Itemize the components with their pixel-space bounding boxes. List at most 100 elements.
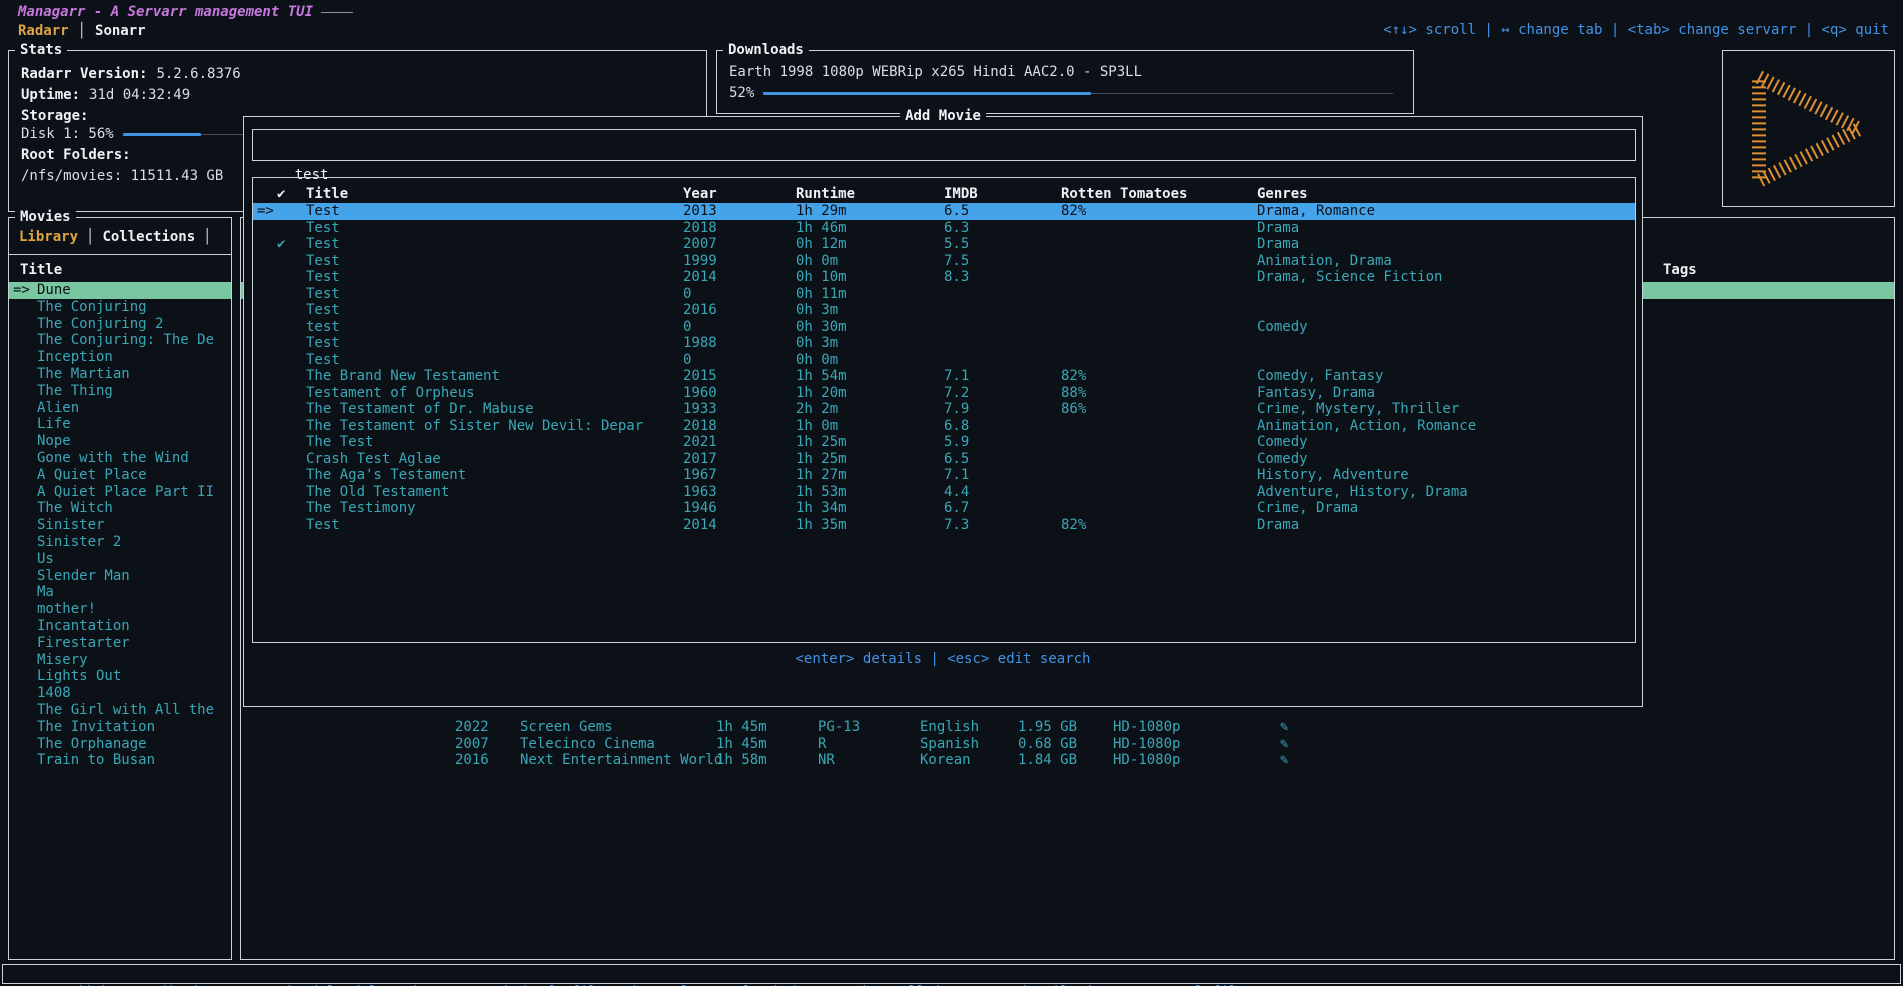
movie-search-input[interactable]: test <box>252 129 1636 161</box>
search-result-row[interactable]: test 0 0h 30m Comedy <box>253 319 1635 336</box>
movie-list-item[interactable]: The Conjuring: The De <box>9 332 231 349</box>
search-result-row[interactable]: Crash Test Aglae 2017 1h 25m 6.5 Comedy <box>253 451 1635 468</box>
result-year: 1933 <box>683 401 717 418</box>
result-year: 1999 <box>683 253 717 270</box>
movie-list-item[interactable]: A Quiet Place Part II <box>9 484 231 501</box>
search-result-row[interactable]: The Testimony 1946 1h 34m 6.7 Crime, Dra… <box>253 500 1635 517</box>
result-title: Test <box>306 335 340 352</box>
result-imdb-rating: 6.5 <box>944 451 969 468</box>
movie-details-row[interactable]: 2022 Screen Gems 1h 45m PG-13 English 1.… <box>241 719 1894 736</box>
tab-sonarr[interactable]: Sonarr <box>95 23 146 39</box>
movie-details-row[interactable]: 2016 Next Entertainment World 1h 58m NR … <box>241 752 1894 769</box>
movie-title: Inception <box>37 349 113 366</box>
search-result-row[interactable]: The Testament of Sister New Devil: Depar… <box>253 418 1635 435</box>
search-result-row[interactable]: Test 1988 0h 3m <box>253 335 1635 352</box>
search-result-row[interactable]: The Old Testament 1963 1h 53m 4.4 Advent… <box>253 484 1635 501</box>
tag-icon: ✎ <box>1280 752 1288 769</box>
search-result-row[interactable]: => Test 2013 1h 29m 6.5 82% Drama, Roman… <box>253 203 1635 220</box>
tab-library[interactable]: Library <box>19 229 78 245</box>
result-rotten-tomatoes: 82% <box>1061 368 1086 385</box>
movie-year: 2022 <box>455 719 489 736</box>
search-result-row[interactable]: Test 2014 0h 10m 8.3 Drama, Science Fict… <box>253 269 1635 286</box>
movie-list-item[interactable]: => Dune <box>9 282 231 299</box>
storage-label: Storage: <box>21 107 88 125</box>
monitored-check-icon: ✔ <box>277 236 285 253</box>
result-runtime: 0h 11m <box>796 286 847 303</box>
movie-list-item[interactable]: The Girl with All the <box>9 702 231 719</box>
result-genres: Drama <box>1257 220 1299 237</box>
download-item[interactable]: Earth 1998 1080p WEBRip x265 Hindi AAC2.… <box>729 63 1142 81</box>
download-progress-bar <box>763 85 1393 101</box>
movie-list-item[interactable]: A Quiet Place <box>9 467 231 484</box>
result-title: Test <box>306 286 340 303</box>
movie-title: Gone with the Wind <box>37 450 189 467</box>
logo-panel <box>1722 50 1895 207</box>
movie-list-item[interactable]: Sinister 2 <box>9 534 231 551</box>
search-result-row[interactable]: The Aga's Testament 1967 1h 27m 7.1 Hist… <box>253 467 1635 484</box>
movie-list-item[interactable]: 1408 <box>9 685 231 702</box>
movie-list-item[interactable]: The Thing <box>9 383 231 400</box>
search-result-row[interactable]: Test 2016 0h 3m <box>253 302 1635 319</box>
column-header-runtime: Runtime <box>796 186 855 202</box>
search-result-row[interactable]: Testament of Orpheus 1960 1h 20m 7.2 88%… <box>253 385 1635 402</box>
result-year: 2014 <box>683 517 717 534</box>
movie-list-item[interactable]: Slender Man <box>9 568 231 585</box>
result-year: 2021 <box>683 434 717 451</box>
tabs-divider <box>9 254 231 255</box>
root-folder-value: /nfs/movies: 11511.43 GB <box>21 167 223 185</box>
result-title: Test <box>306 236 340 253</box>
movie-list-item[interactable]: Ma <box>9 584 231 601</box>
movie-details-row[interactable]: 2007 Telecinco Cinema 1h 45m R Spanish 0… <box>241 736 1894 753</box>
movie-list-item[interactable]: The Conjuring <box>9 299 231 316</box>
search-result-row[interactable]: The Testament of Dr. Mabuse 1933 2h 2m 7… <box>253 401 1635 418</box>
movie-list-item[interactable]: Inception <box>9 349 231 366</box>
movie-title: 1408 <box>37 685 71 702</box>
movie-list-item[interactable]: The Witch <box>9 500 231 517</box>
search-results-table: ✔ Title Year Runtime IMDB Rotten Tomatoe… <box>252 177 1636 643</box>
search-result-row[interactable]: The Brand New Testament 2015 1h 54m 7.1 … <box>253 368 1635 385</box>
movie-list-item[interactable]: Train to Busan <box>9 752 231 769</box>
movie-list-item[interactable]: Firestarter <box>9 635 231 652</box>
movie-title: Nope <box>37 433 71 450</box>
result-year: 2015 <box>683 368 717 385</box>
movie-title: Lights Out <box>37 668 121 685</box>
movie-list-item[interactable]: Lights Out <box>9 668 231 685</box>
result-runtime: 1h 29m <box>796 203 847 220</box>
movie-list-item[interactable]: Incantation <box>9 618 231 635</box>
movie-list-item[interactable]: mother! <box>9 601 231 618</box>
search-result-row[interactable]: Test 2014 1h 35m 7.3 82% Drama <box>253 517 1635 534</box>
result-title: The Testimony <box>306 500 416 517</box>
result-year: 1988 <box>683 335 717 352</box>
movie-list-item[interactable]: Misery <box>9 652 231 669</box>
tab-collections[interactable]: Collections <box>102 229 195 245</box>
search-result-row[interactable]: Test 0 0h 11m <box>253 286 1635 303</box>
movie-list-item[interactable]: The Conjuring 2 <box>9 316 231 333</box>
add-movie-modal: Add Movie test ✔ Title Year Runtime IMDB… <box>243 116 1643 707</box>
result-year: 1963 <box>683 484 717 501</box>
movie-certification: PG-13 <box>818 719 860 736</box>
title-column-header: Title <box>20 262 62 278</box>
result-title: Test <box>306 220 340 237</box>
search-result-row[interactable]: Test 0 0h 0m <box>253 352 1635 369</box>
result-runtime: 1h 34m <box>796 500 847 517</box>
search-result-row[interactable]: Test 1999 0h 0m 7.5 Animation, Drama <box>253 253 1635 270</box>
result-title: test <box>306 319 340 336</box>
search-result-row[interactable]: The Test 2021 1h 25m 5.9 Comedy <box>253 434 1635 451</box>
search-result-row[interactable]: Test 2018 1h 46m 6.3 Drama <box>253 220 1635 237</box>
movie-list-item[interactable]: The Invitation <box>9 719 231 736</box>
search-result-row[interactable]: ✔ Test 2007 0h 12m 5.5 Drama <box>253 236 1635 253</box>
movie-list-item[interactable]: Sinister <box>9 517 231 534</box>
movie-list-item[interactable]: Alien <box>9 400 231 417</box>
movie-size: 1.95 GB <box>1018 719 1077 736</box>
managarr-logo-icon <box>1745 65 1873 193</box>
result-imdb-rating: 7.1 <box>944 467 969 484</box>
movie-list-item[interactable]: Gone with the Wind <box>9 450 231 467</box>
movie-list-item[interactable]: Life <box>9 416 231 433</box>
movie-list-item[interactable]: Us <box>9 551 231 568</box>
tab-radarr[interactable]: Radarr <box>18 23 69 39</box>
result-runtime: 0h 12m <box>796 236 847 253</box>
movie-list-item[interactable]: The Martian <box>9 366 231 383</box>
movie-title: The Invitation <box>37 719 155 736</box>
movie-list-item[interactable]: Nope <box>9 433 231 450</box>
movie-list-item[interactable]: The Orphanage <box>9 736 231 753</box>
